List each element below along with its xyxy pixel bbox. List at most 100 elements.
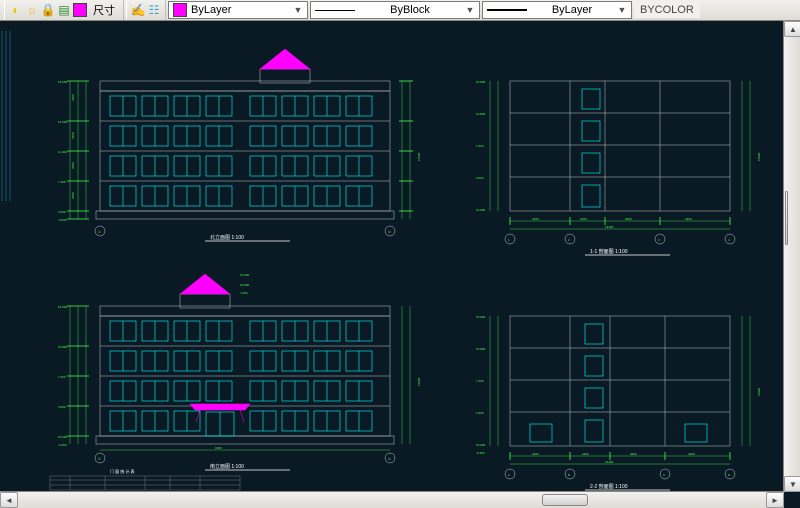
svg-text:3.600: 3.600 [58,405,66,409]
svg-text:-0.600: -0.600 [58,218,67,222]
svg-text:2: 2 [568,238,570,242]
vertical-scrollbar[interactable]: ▲ ▼ [783,21,800,492]
svg-text:3600: 3600 [625,217,632,221]
svg-text:7.450: 7.450 [58,180,66,184]
svg-text:4.250: 4.250 [58,210,66,214]
svg-text:⑩: ⑩ [388,457,391,461]
svg-text:7.200: 7.200 [476,144,484,148]
right-dimension-chain: 15900 [399,81,421,219]
linetype-dropdown-text: ByBlock [359,4,461,16]
layer-xref-group: ✍ ☷ [126,0,166,20]
svg-text:7.200: 7.200 [58,375,66,379]
svg-text:3600: 3600 [71,132,75,139]
properties-toolbar: ◐ ☼ 🔒 ▤ 尺寸 ✍ ☷ ByLayer ▼ ByBlock ▼ ByLay… [0,0,800,21]
horizontal-scrollbar[interactable]: ◄ ► [0,491,784,508]
svg-text:15900: 15900 [417,377,421,386]
vscroll-track[interactable] [784,37,800,476]
svg-text:10.800: 10.800 [240,283,250,287]
svg-text:10.800: 10.800 [476,112,486,116]
svg-text:1: 1 [508,238,510,242]
layer-color-swatch[interactable] [73,3,87,17]
color-swatch-icon [173,3,187,17]
svg-text:1-1 剖面图 1:100: 1-1 剖面图 1:100 [590,248,628,255]
lineweight-preview-icon [487,9,527,11]
svg-text:南立面图 1:100: 南立面图 1:100 [210,463,244,470]
svg-text:15.900: 15.900 [58,80,68,84]
svg-text:3.600: 3.600 [476,176,484,180]
svg-text:4200: 4200 [688,452,695,456]
north-elevation-drawing: 15.900 13.500 11.400 7.450 4.250 -0.600 … [58,49,421,241]
layer-tool-group: ◐ ☼ 🔒 ▤ 尺寸 [4,0,124,20]
svg-text:⑩: ⑩ [388,230,391,234]
svg-text:7.200: 7.200 [476,379,484,383]
svg-text:±0.000: ±0.000 [476,443,485,447]
scroll-left-button[interactable]: ◄ [0,492,18,508]
lightbulb-icon[interactable]: ◐ [9,3,23,17]
lineweight-dropdown[interactable]: ByLayer ▼ [482,1,632,19]
svg-text:A: A [508,473,510,477]
color-dropdown-text: ByLayer [191,4,289,16]
svg-text:门 窗 统 计 表: 门 窗 统 计 表 [110,468,134,474]
chevron-down-icon: ▼ [293,5,303,15]
plot-icon[interactable]: ▤ [57,3,71,17]
layer-states-icon[interactable]: ✍ [131,3,145,17]
linetype-dropdown[interactable]: ByBlock ▼ [310,1,480,19]
svg-text:±0.000: ±0.000 [476,208,485,212]
svg-text:15.900: 15.900 [240,273,250,277]
layer-name-label: 尺寸 [89,2,119,18]
color-dropdown[interactable]: ByLayer ▼ [168,1,308,19]
svg-text:15.900: 15.900 [58,305,68,309]
model-space-canvas[interactable]: 15.900 13.500 11.400 7.450 4.250 -0.600 … [0,21,800,508]
axis-bubbles: ① ⑩ [95,226,395,236]
left-edge-hatch [2,31,10,201]
svg-text:14400: 14400 [605,225,614,229]
svg-text:4: 4 [728,238,730,242]
svg-text:3600: 3600 [71,192,75,199]
svg-text:4200: 4200 [532,217,539,221]
svg-text:±0.000: ±0.000 [58,435,67,439]
lineweight-dropdown-text: ByLayer [531,4,613,16]
svg-text:C: C [663,473,666,477]
svg-text:3600: 3600 [71,162,75,169]
svg-text:15.900: 15.900 [476,315,486,319]
scroll-up-button[interactable]: ▲ [784,21,800,37]
hscroll-track[interactable] [18,493,766,507]
chevron-down-icon: ▼ [617,5,627,15]
drawing-title: 北立面图 1:100 [210,234,244,241]
svg-text:11.400: 11.400 [58,150,67,154]
svg-text:15900: 15900 [417,152,421,161]
plotstyle-label: BYCOLOR [634,2,700,18]
scroll-down-button[interactable]: ▼ [784,476,800,492]
chevron-down-icon: ▼ [465,5,475,15]
section-2-2-drawing: 15.900 10.800 7.200 3.600 ±0.000 -0.450 … [476,315,761,490]
svg-text:D: D [728,473,731,477]
svg-text:4200: 4200 [685,217,692,221]
svg-text:10.800: 10.800 [476,347,486,351]
section-1-1-drawing: 15.900 10.800 7.200 3.600 ±0.000 15900 4… [476,80,761,255]
left-dimension-chain: 15.900 13.500 11.400 7.450 4.250 -0.600 … [58,80,89,222]
svg-text:2400: 2400 [582,452,589,456]
svg-text:13.500: 13.500 [58,120,68,124]
svg-text:-0.450: -0.450 [476,451,485,455]
south-elevation-drawing: 15.900 10.800 7.200 3.600 ±0.000 -0.450 … [58,273,421,470]
svg-text:1800: 1800 [215,446,222,450]
svg-text:3600: 3600 [630,452,637,456]
sun-icon[interactable]: ☼ [25,3,39,17]
door-window-schedule-table: 门 窗 统 计 表 [50,468,240,490]
svg-text:3300: 3300 [71,94,75,101]
scroll-right-button[interactable]: ► [766,492,784,508]
svg-text:15900: 15900 [757,387,761,396]
svg-text:2-2 剖面图 1:100: 2-2 剖面图 1:100 [590,483,628,490]
layer-previous-icon[interactable]: ☷ [147,3,161,17]
cad-drawing-svg: 15.900 13.500 11.400 7.450 4.250 -0.600 … [0,21,780,491]
svg-text:7.200: 7.200 [240,291,248,295]
hscroll-thumb[interactable] [542,494,589,506]
lock-icon[interactable]: 🔒 [41,3,55,17]
svg-text:B: B [568,473,570,477]
svg-text:2400: 2400 [580,217,587,221]
svg-text:3.600: 3.600 [476,411,484,415]
svg-text:15.900: 15.900 [476,80,486,84]
svg-text:14400: 14400 [605,460,614,464]
svg-text:15900: 15900 [757,152,761,161]
vscroll-thumb[interactable] [785,191,788,246]
